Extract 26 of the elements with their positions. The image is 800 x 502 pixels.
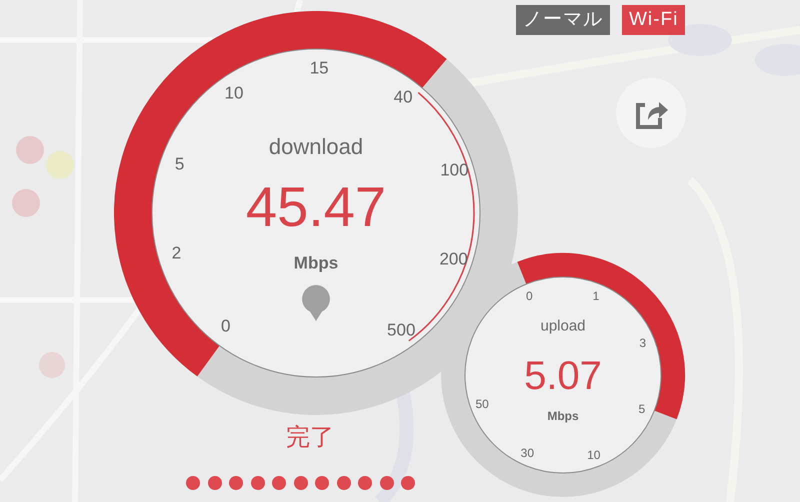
status-text: 完了 xyxy=(286,426,334,450)
speed-value: 5.07 xyxy=(524,356,602,396)
scale-label: 5 xyxy=(638,403,646,416)
scale-label: 3 xyxy=(639,336,646,349)
pin-icon xyxy=(300,283,332,323)
scale-label: 15 xyxy=(310,60,329,77)
mode-badge: Wi-Fi xyxy=(622,5,686,35)
scale-label: 5 xyxy=(174,155,184,172)
scale-label: 200 xyxy=(439,250,468,268)
speed-value: 45.47 xyxy=(246,179,386,235)
scale-label: 2 xyxy=(172,244,182,261)
gauge-title: download xyxy=(268,136,364,158)
scale-label: 40 xyxy=(394,88,413,106)
unit-label: Mbps xyxy=(547,410,579,422)
unit-label: Mbps xyxy=(294,254,338,272)
scale-label: 100 xyxy=(440,161,469,178)
scale-label: 10 xyxy=(587,449,600,462)
scale-label: 50 xyxy=(476,398,489,410)
scale-label: 0 xyxy=(221,318,230,335)
scale-label: 30 xyxy=(520,447,534,460)
scale-label: 10 xyxy=(224,84,244,102)
mode-badge: ノーマル xyxy=(516,5,610,35)
gauge-title: upload xyxy=(540,318,586,334)
scale-label: 1 xyxy=(592,290,600,302)
scale-label: 0 xyxy=(526,290,533,302)
scale-label: 500 xyxy=(387,322,416,339)
